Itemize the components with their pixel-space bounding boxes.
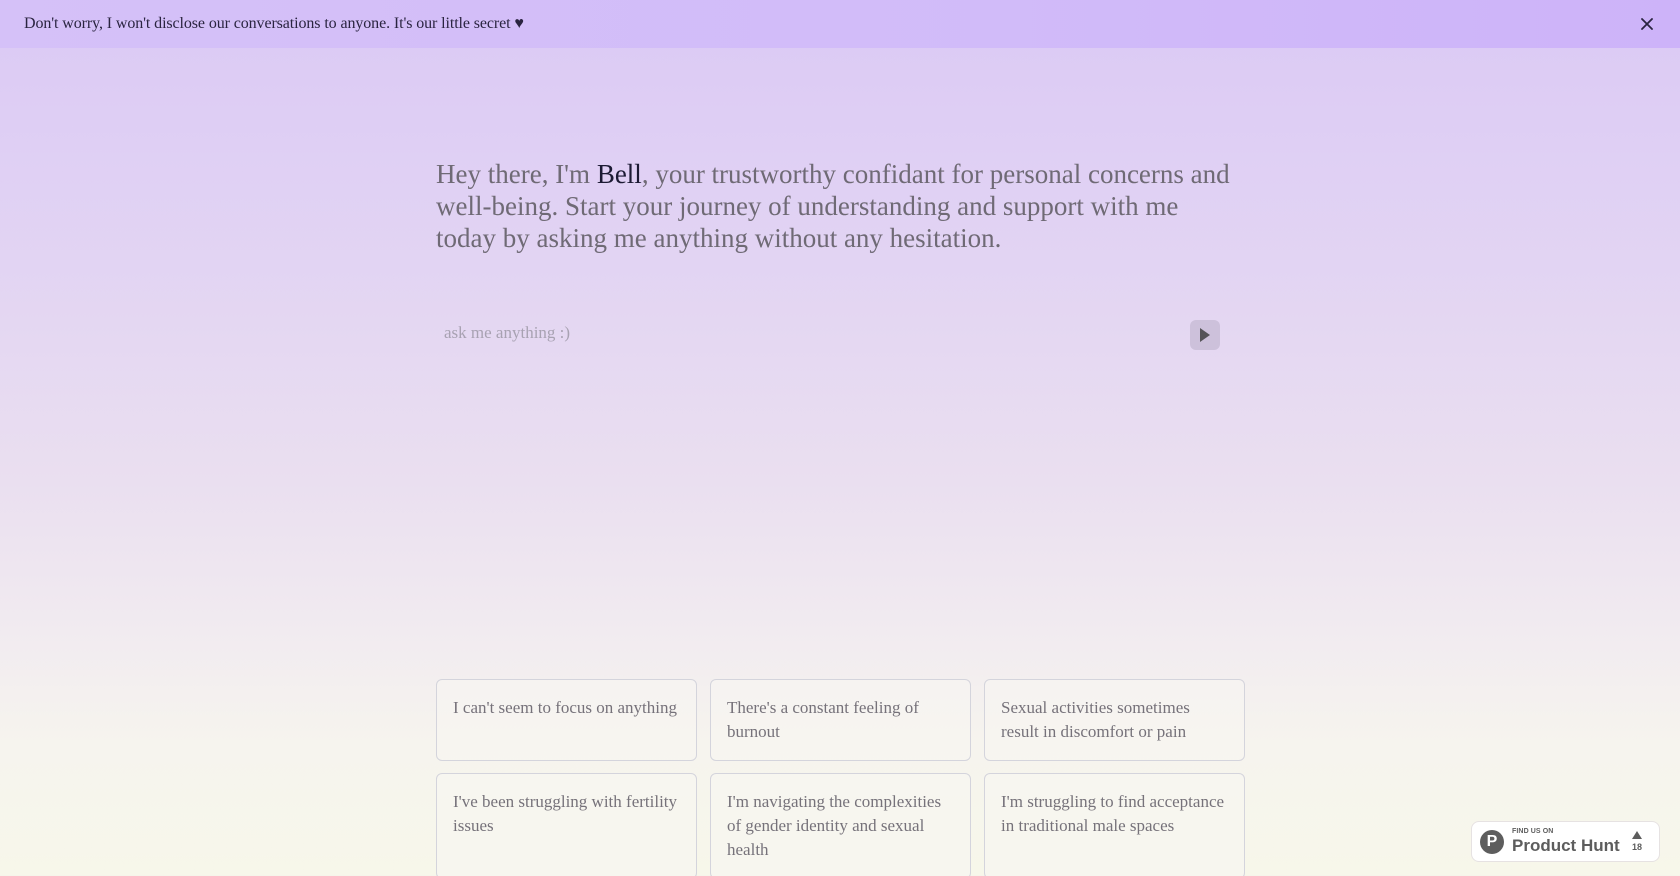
banner-message: Don't worry, I won't disclose our conver… xyxy=(24,15,524,32)
play-icon xyxy=(1200,328,1210,342)
privacy-banner: Don't worry, I won't disclose our conver… xyxy=(0,0,1680,48)
product-hunt-small-label: FIND US ON xyxy=(1512,828,1554,835)
upvote-count: 18 xyxy=(1631,842,1642,852)
banner-close-button[interactable] xyxy=(1636,13,1658,35)
intro-prefix: Hey there, I'm xyxy=(436,159,597,189)
product-hunt-logo-icon: P xyxy=(1480,829,1504,854)
suggestion-grid: I can't seem to focus on anything There'… xyxy=(436,679,1245,876)
product-hunt-big-label: Product Hunt xyxy=(1512,836,1620,855)
send-button[interactable] xyxy=(1190,320,1220,350)
suggestion-card[interactable]: I've been struggling with fertility issu… xyxy=(436,773,697,876)
ask-input[interactable] xyxy=(436,310,1176,356)
ask-form xyxy=(436,310,1220,360)
suggestion-card[interactable]: I can't seem to focus on anything xyxy=(436,679,697,761)
upvote-counter: 18 xyxy=(1629,828,1645,852)
intro-text: Hey there, I'm Bell, your trustworthy co… xyxy=(436,158,1236,254)
close-icon xyxy=(1641,18,1653,30)
suggestion-card[interactable]: There's a constant feeling of burnout xyxy=(710,679,971,761)
suggestion-card[interactable]: I'm struggling to find acceptance in tra… xyxy=(984,773,1245,876)
product-hunt-text: FIND US ON Product Hunt xyxy=(1512,828,1620,855)
assistant-name: Bell xyxy=(596,159,642,189)
suggestion-card[interactable]: I'm navigating the complexities of gende… xyxy=(710,773,971,876)
upvote-arrow-icon xyxy=(1632,831,1642,839)
suggestion-card[interactable]: Sexual activities sometimes result in di… xyxy=(984,679,1245,761)
product-hunt-badge[interactable]: P FIND US ON Product Hunt 18 xyxy=(1471,821,1660,862)
